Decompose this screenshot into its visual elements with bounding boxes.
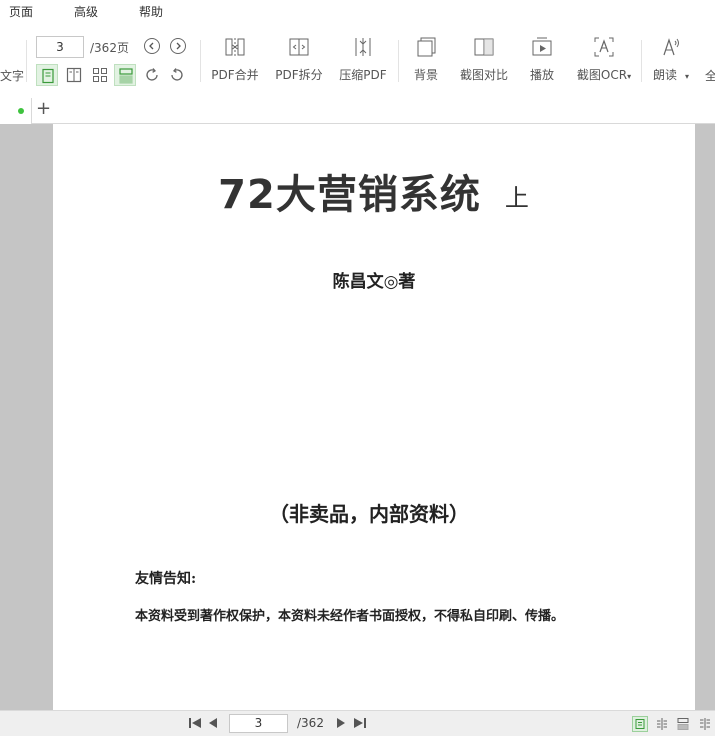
pdf-merge-label: PDF合并 bbox=[211, 68, 259, 82]
toolbar-separator bbox=[641, 40, 642, 82]
page-number-input[interactable]: 3 bbox=[36, 36, 84, 58]
rotate-counterclockwise-icon bbox=[171, 68, 183, 81]
dropdown-caret-icon: ▾ bbox=[685, 72, 690, 81]
background-label: 背景 bbox=[413, 68, 438, 82]
compress-pdf-button[interactable]: 压缩PDF bbox=[337, 36, 389, 83]
two-page-icon bbox=[66, 67, 82, 83]
compress-pdf-icon bbox=[355, 38, 371, 56]
status-continuous-button[interactable] bbox=[675, 716, 691, 732]
pdf-split-icon bbox=[289, 38, 309, 56]
status-total-pages: /362 bbox=[297, 716, 324, 730]
next-page-button[interactable] bbox=[170, 38, 186, 54]
status-continuous-two-page-button[interactable] bbox=[697, 716, 713, 732]
tab-bar: + bbox=[0, 96, 715, 124]
continuous-view-button[interactable] bbox=[114, 64, 136, 86]
document-viewport[interactable]: 72大营销系统上 陈昌文◎著 （非卖品，内部资料） 友情告知: 本资料受到著作权… bbox=[0, 124, 715, 710]
two-page-icon bbox=[657, 718, 667, 730]
toolbar: 文字 3 /362页 PDF合并 PDF拆分 压缩PDF 背景 截图对比 播放 … bbox=[0, 22, 715, 96]
friendly-notice-heading: 友情告知: bbox=[135, 571, 197, 587]
document-notice: （非卖品，内部资料） bbox=[269, 502, 469, 526]
single-page-icon bbox=[42, 68, 54, 84]
tab-status-dot bbox=[18, 108, 24, 114]
first-page-icon[interactable] bbox=[188, 717, 202, 729]
chevron-left-icon bbox=[149, 42, 154, 50]
compress-pdf-label: 压缩PDF bbox=[339, 68, 387, 82]
next-page-icon[interactable] bbox=[336, 717, 346, 729]
pdf-split-button[interactable]: PDF拆分 bbox=[274, 36, 324, 83]
document-author: 陈昌文◎著 bbox=[332, 272, 416, 292]
status-bar: 3 /362 bbox=[0, 710, 715, 736]
friendly-notice-body: 本资料受到著作权保护，本资料未经作者书面授权，不得私自印刷、传播。 bbox=[135, 609, 565, 624]
pdf-page: 72大营销系统上 陈昌文◎著 （非卖品，内部资料） 友情告知: 本资料受到著作权… bbox=[53, 124, 695, 710]
pdf-merge-button[interactable]: PDF合并 bbox=[210, 36, 260, 83]
fullscreen-button-label[interactable]: 全 bbox=[705, 67, 715, 84]
single-page-icon bbox=[635, 719, 645, 729]
new-tab-button[interactable]: + bbox=[36, 99, 51, 119]
menu-item-help[interactable]: 帮助 bbox=[139, 3, 163, 20]
document-tab[interactable] bbox=[0, 98, 32, 124]
continuous-page-icon bbox=[677, 718, 689, 730]
menu-bar: 页面 高级 帮助 bbox=[0, 0, 715, 22]
two-page-view-button[interactable] bbox=[63, 64, 85, 86]
screenshot-compare-label: 截图对比 bbox=[459, 68, 508, 82]
screenshot-ocr-label: 截图OCR▾ bbox=[576, 68, 632, 82]
status-single-page-button[interactable] bbox=[632, 716, 648, 732]
previous-page-button[interactable] bbox=[144, 38, 160, 54]
screenshot-compare-icon bbox=[474, 38, 494, 56]
dropdown-caret-icon: ▾ bbox=[627, 72, 632, 81]
document-volume: 上 bbox=[504, 184, 530, 212]
continuous-two-page-view-button[interactable] bbox=[89, 64, 111, 86]
screenshot-ocr-button[interactable]: 截图OCR▾ bbox=[575, 36, 633, 83]
background-icon bbox=[417, 37, 436, 57]
document-title: 72大营销系统上 bbox=[53, 162, 695, 220]
continuous-two-page-icon bbox=[700, 718, 710, 730]
rotate-counterclockwise-button[interactable] bbox=[166, 64, 188, 86]
document-title-text: 72大营销系统 bbox=[218, 172, 481, 218]
chevron-right-icon bbox=[176, 42, 181, 50]
screenshot-ocr-icon bbox=[594, 37, 614, 57]
previous-page-icon[interactable] bbox=[208, 717, 218, 729]
text-tool-label[interactable]: 文字 bbox=[0, 67, 24, 84]
play-label: 播放 bbox=[529, 68, 554, 82]
continuous-page-icon bbox=[119, 68, 133, 84]
read-aloud-label: 朗读 ▾ bbox=[652, 68, 690, 82]
pdf-split-label: PDF拆分 bbox=[275, 68, 323, 82]
single-page-view-button[interactable] bbox=[36, 64, 58, 86]
read-aloud-button[interactable]: 朗读 ▾ bbox=[651, 36, 691, 83]
screenshot-compare-button[interactable]: 截图对比 bbox=[458, 36, 510, 83]
read-aloud-icon bbox=[663, 38, 679, 56]
toolbar-separator bbox=[200, 40, 201, 82]
play-icon bbox=[532, 37, 552, 56]
status-two-page-button[interactable] bbox=[654, 716, 670, 732]
menu-item-page[interactable]: 页面 bbox=[9, 3, 33, 20]
play-button[interactable]: 播放 bbox=[526, 36, 558, 83]
toolbar-separator bbox=[26, 40, 27, 82]
pdf-merge-icon bbox=[225, 38, 245, 56]
last-page-icon[interactable] bbox=[353, 717, 367, 729]
rotate-clockwise-button[interactable] bbox=[141, 64, 163, 86]
status-page-input[interactable]: 3 bbox=[229, 714, 288, 733]
background-button[interactable]: 背景 bbox=[408, 36, 444, 83]
menu-item-advanced[interactable]: 高级 bbox=[74, 3, 98, 20]
toolbar-separator bbox=[398, 40, 399, 82]
total-pages-label: /362页 bbox=[90, 41, 129, 55]
grid-pages-icon bbox=[93, 68, 107, 82]
rotate-clockwise-icon bbox=[146, 68, 158, 81]
